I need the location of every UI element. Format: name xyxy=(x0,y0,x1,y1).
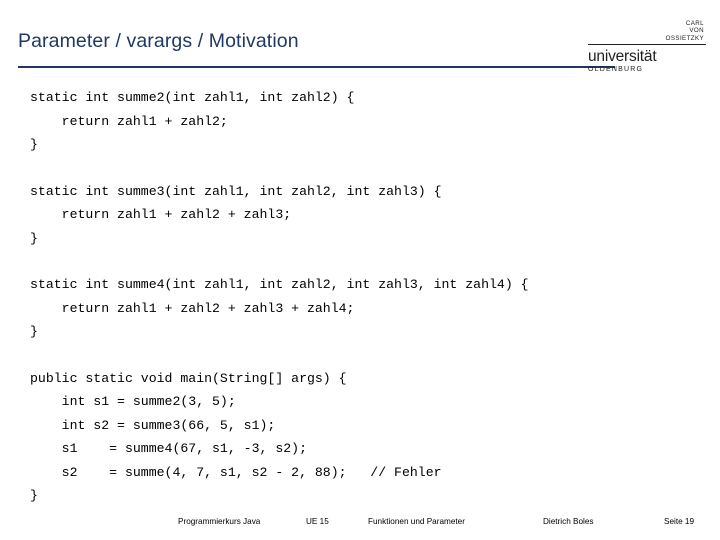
logo-line-2: VON xyxy=(689,27,704,35)
code-line: s2 = summe(4, 7, s1, s2 - 2, 88); // Feh… xyxy=(30,464,442,480)
code-body: static int summe2(int zahl1, int zahl2) … xyxy=(30,86,690,508)
footer-page: Seite 19 xyxy=(664,517,695,526)
footer-course: Programmierkurs Java xyxy=(178,517,261,526)
university-logo: CARL VON OSSIETZKY universität OLDENBURG xyxy=(588,20,706,74)
code-block: static int summe2(int zahl1, int zahl2) … xyxy=(30,86,690,157)
code-block: static int summe4(int zahl1, int zahl2, … xyxy=(30,273,690,344)
footer-unit: UE 15 xyxy=(306,517,329,526)
logo-subtext: OLDENBURG xyxy=(588,66,644,74)
logo-line-3: OSSIETZKY xyxy=(665,34,704,42)
code-line: } xyxy=(30,137,38,152)
footer-topic: Funktionen und Parameter xyxy=(368,517,465,526)
code-line: int s1 = summe2(3, 5); xyxy=(30,394,236,409)
code-line: return zahl1 + zahl2 + zahl3 + zahl4; xyxy=(30,300,355,316)
logo-divider xyxy=(588,44,706,46)
slide-footer: Programmierkurs Java UE 15 Funktionen un… xyxy=(0,517,720,531)
code-line: } xyxy=(30,324,38,339)
logo-line-1: CARL xyxy=(685,20,704,27)
code-line: public static void main(String[] args) { xyxy=(30,370,347,386)
code-line: return zahl1 + zahl2 + zahl3; xyxy=(30,207,292,222)
slide: Parameter / varargs / Motivation CARL VO… xyxy=(0,0,720,540)
code-line: static int summe3(int zahl1, int zahl2, … xyxy=(30,183,442,199)
code-line: } xyxy=(30,230,38,246)
code-line: int s2 = summe3(66, 5, s1); xyxy=(30,417,276,433)
title-divider xyxy=(18,66,615,68)
page-title: Parameter / varargs / Motivation xyxy=(18,30,299,52)
logo-top-text: CARL VON OSSIETZKY xyxy=(588,20,706,42)
code-line: static int summe2(int zahl1, int zahl2) … xyxy=(30,90,355,105)
code-block: static int summe3(int zahl1, int zahl2, … xyxy=(30,180,690,251)
code-line: s1 = summe4(67, s1, -3, s2); xyxy=(30,441,307,456)
code-line: } xyxy=(30,488,38,503)
code-block: public static void main(String[] args) {… xyxy=(30,367,690,508)
code-line: return zahl1 + zahl2; xyxy=(30,113,228,129)
logo-wordmark: universität xyxy=(588,48,657,66)
code-line: static int summe4(int zahl1, int zahl2, … xyxy=(30,277,529,292)
footer-author: Dietrich Boles xyxy=(543,517,594,526)
